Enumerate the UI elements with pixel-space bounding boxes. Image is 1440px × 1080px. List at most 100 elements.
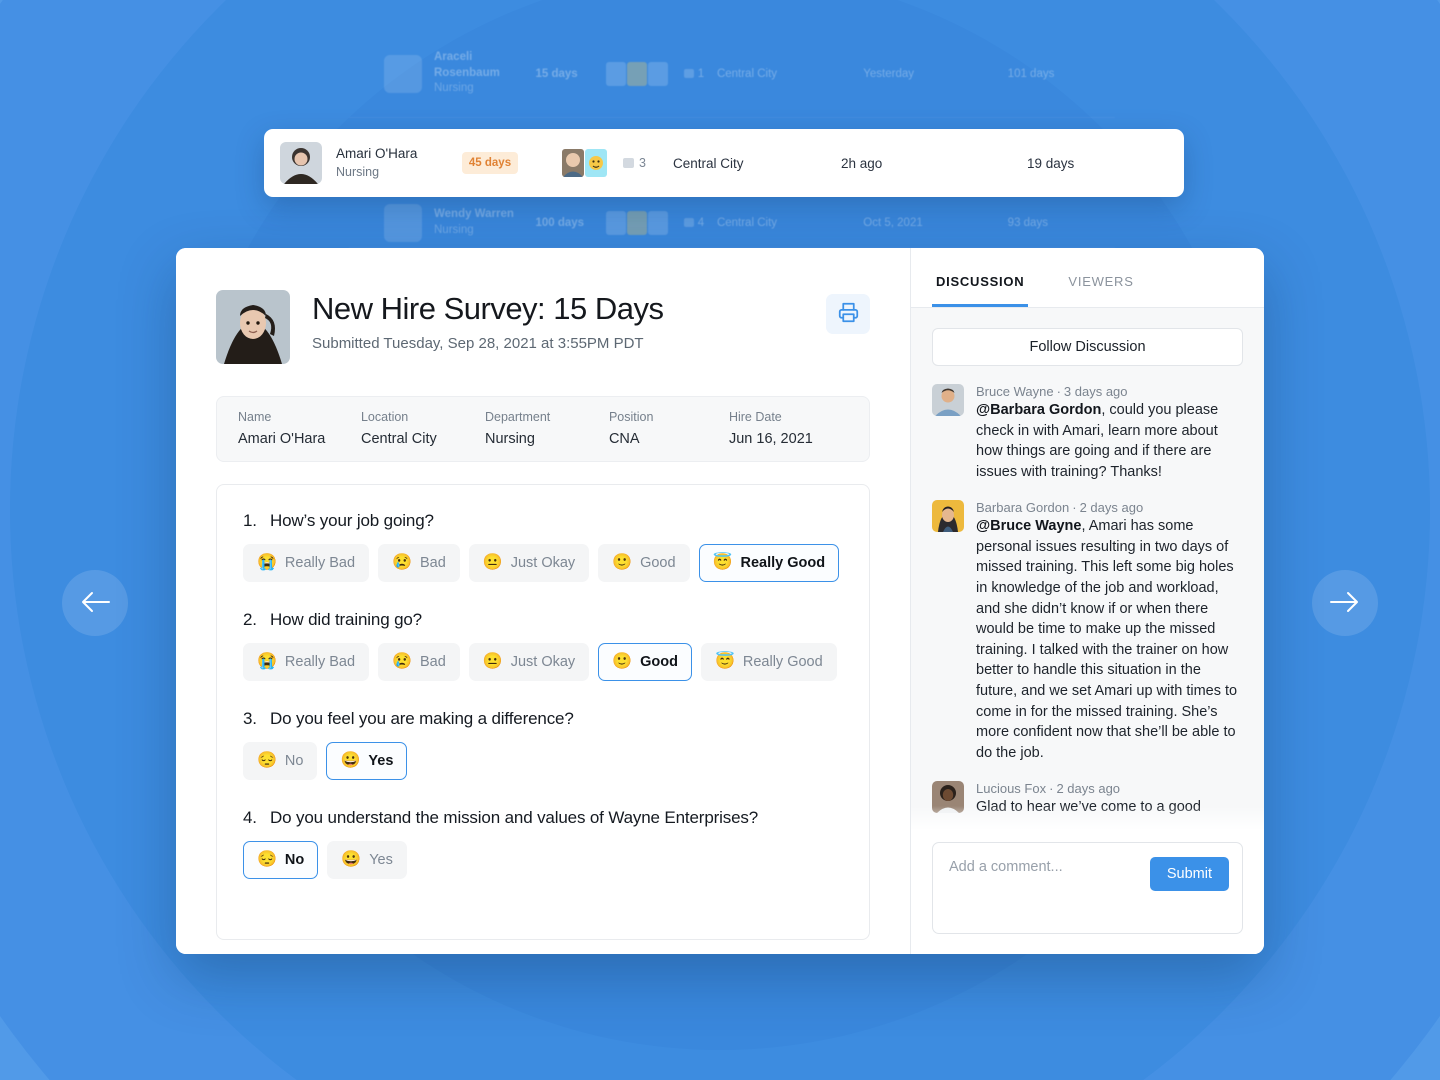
meta-department: Department Nursing (484, 410, 551, 447)
panel-tabs: DISCUSSION VIEWERS (911, 248, 1264, 308)
question-3-options: 😔 No 😀 Yes (243, 742, 843, 780)
survey-header: New Hire Survey: 15 Days Submitted Tuesd… (216, 290, 870, 364)
question-1: 1. How’s your job going? 😭 Really Bad 😢 … (243, 511, 843, 582)
comment-count: 3 (623, 156, 646, 170)
comment-meta: Lucious Fox · 2 days ago (976, 781, 1121, 797)
comment-composer: Add a comment... Submit (911, 830, 1264, 954)
avatar (932, 781, 964, 814)
option-no[interactable]: 😔 No (243, 841, 319, 879)
avatar (280, 142, 322, 184)
row-days: 100 days (535, 216, 585, 229)
emoji-icon: 😀 (341, 851, 362, 868)
question-text: Do you understand the mission and values… (270, 808, 759, 827)
option-really-good[interactable]: 😇 Really Good (698, 544, 840, 582)
tab-viewers[interactable]: VIEWERS (1064, 274, 1137, 307)
next-button[interactable] (1312, 570, 1378, 636)
row-name: Wendy Warren (434, 207, 514, 220)
emoji-icon: 😢 (392, 653, 412, 670)
question-2-options: 😭 Really Bad 😢 Bad 😐 Just Okay 🙂 Good 😇 … (243, 643, 843, 681)
question-4: 4. Do you understand the mission and val… (243, 808, 843, 879)
emoji-icon: 😔 (257, 851, 277, 868)
emoji-icon: 😇 (712, 554, 733, 571)
comment-author: Lucious Fox (976, 781, 1047, 797)
row-name: Amari O'Hara (336, 146, 418, 162)
comment-placeholder: Add a comment... (949, 859, 1063, 875)
reviewer-stack[interactable] (562, 149, 607, 177)
emoji-icon: 😐 (482, 653, 503, 670)
option-no[interactable]: 😔 No (243, 742, 318, 780)
row-location: Central City (716, 67, 778, 80)
option-bad[interactable]: 😢 Bad (378, 544, 460, 582)
print-button[interactable] (826, 294, 870, 334)
row-location: Central City (716, 216, 778, 229)
arrow-left-icon (80, 591, 110, 616)
survey-main-panel: New Hire Survey: 15 Days Submitted Tuesd… (176, 248, 910, 954)
survey-detail-modal: New Hire Survey: 15 Days Submitted Tuesd… (176, 248, 1264, 954)
arrow-right-icon (1330, 591, 1360, 616)
survey-questions-card: 1. How’s your job going? 😭 Really Bad 😢 … (216, 484, 870, 940)
question-number: 4. (243, 808, 257, 827)
comment-time: 2 days ago (1079, 500, 1144, 516)
mention[interactable]: @Bruce Wayne (976, 518, 1081, 534)
app-background: Araceli Rosenbaum Nursing 15 days 1 Cent… (0, 0, 1440, 1080)
option-really-bad[interactable]: 😭 Really Bad (243, 544, 370, 582)
row-location: Central City (672, 155, 744, 171)
comment-list[interactable]: Follow Discussion Bruce Wayne · 3 days ago (911, 308, 1264, 830)
avatar (932, 500, 964, 533)
row-age: 19 days (1026, 155, 1075, 171)
option-really-good[interactable]: 😇 Really Good (700, 643, 837, 681)
table-row[interactable]: Araceli Rosenbaum Nursing 15 days 1 Cent… (349, 30, 1115, 118)
row-age: 101 days (1007, 67, 1055, 80)
comment-input-wrapper[interactable]: Add a comment... Submit (932, 842, 1243, 934)
submit-button[interactable]: Submit (1149, 857, 1229, 891)
comment-item: Lucious Fox · 2 days ago Glad to hear we’v… (932, 781, 1243, 818)
comment-meta: Barbara Gordon · 2 days ago (976, 500, 1144, 516)
emoji-icon: 🙂 (612, 653, 633, 670)
emoji-icon: 😭 (257, 554, 277, 571)
question-4-options: 😔 No 😀 Yes (243, 841, 843, 879)
option-just-okay[interactable]: 😐 Just Okay (468, 544, 590, 582)
option-bad[interactable]: 😢 Bad (378, 643, 460, 681)
row-time: 2h ago (840, 155, 883, 171)
row-department: Nursing (336, 164, 380, 179)
option-just-okay[interactable]: 😐 Just Okay (468, 643, 590, 681)
emoji-icon: 😀 (340, 752, 361, 769)
submitted-timestamp: Submitted Tuesday, Sep 28, 2021 at 3:55P… (312, 334, 644, 352)
comment-count-value: 3 (639, 156, 646, 170)
option-good[interactable]: 🙂 Good (598, 643, 692, 681)
option-really-bad[interactable]: 😭 Really Bad (243, 643, 370, 681)
printer-icon (838, 302, 859, 326)
reviewer-stack (605, 210, 684, 235)
comment-count: 4 (683, 217, 717, 229)
table-row[interactable]: Wendy Warren Nursing 100 days 4 Central … (349, 198, 1115, 248)
row-age: 93 days (1007, 216, 1048, 229)
highlighted-table-row[interactable]: Amari O'Hara Nursing 45 days 3 Central C… (264, 129, 1184, 197)
reviewer-avatar (562, 149, 584, 177)
comment-time: 2 days ago (1056, 781, 1121, 797)
comment-item: Bruce Wayne · 3 days ago @Barbara Gordon, … (932, 384, 1243, 482)
emoji-icon: 😢 (392, 554, 412, 571)
comment-icon (683, 69, 694, 78)
follow-discussion-button[interactable]: Follow Discussion (932, 328, 1243, 366)
row-date: Yesterday (863, 67, 915, 80)
comment-meta: Bruce Wayne · 3 days ago (976, 384, 1128, 399)
question-number: 1. (243, 511, 257, 530)
question-2: 2. How did training go? 😭 Really Bad 😢 B… (243, 610, 843, 681)
emoji-icon: 😐 (482, 554, 503, 571)
question-number: 2. (243, 610, 257, 629)
emoji-icon: 🙂 (612, 554, 633, 571)
option-yes[interactable]: 😀 Yes (326, 742, 408, 780)
option-yes[interactable]: 😀 Yes (327, 841, 407, 879)
question-text: How did training go? (270, 610, 422, 629)
question-text: How’s your job going? (270, 511, 434, 530)
comment-author: Bruce Wayne (976, 384, 1054, 399)
discussion-panel: DISCUSSION VIEWERS Follow Discussion Bru… (910, 248, 1264, 954)
row-name: Araceli Rosenbaum (434, 51, 500, 79)
employee-meta-strip: Name Amari O'Hara Location Central City … (216, 396, 870, 462)
option-good[interactable]: 🙂 Good (598, 544, 690, 582)
previous-button[interactable] (62, 570, 128, 636)
avatar (384, 54, 422, 93)
comment-text: @Barbara Gordon, could you please check … (976, 402, 1219, 480)
mention[interactable]: @Barbara Gordon (976, 402, 1101, 418)
tab-discussion[interactable]: DISCUSSION (932, 274, 1029, 307)
